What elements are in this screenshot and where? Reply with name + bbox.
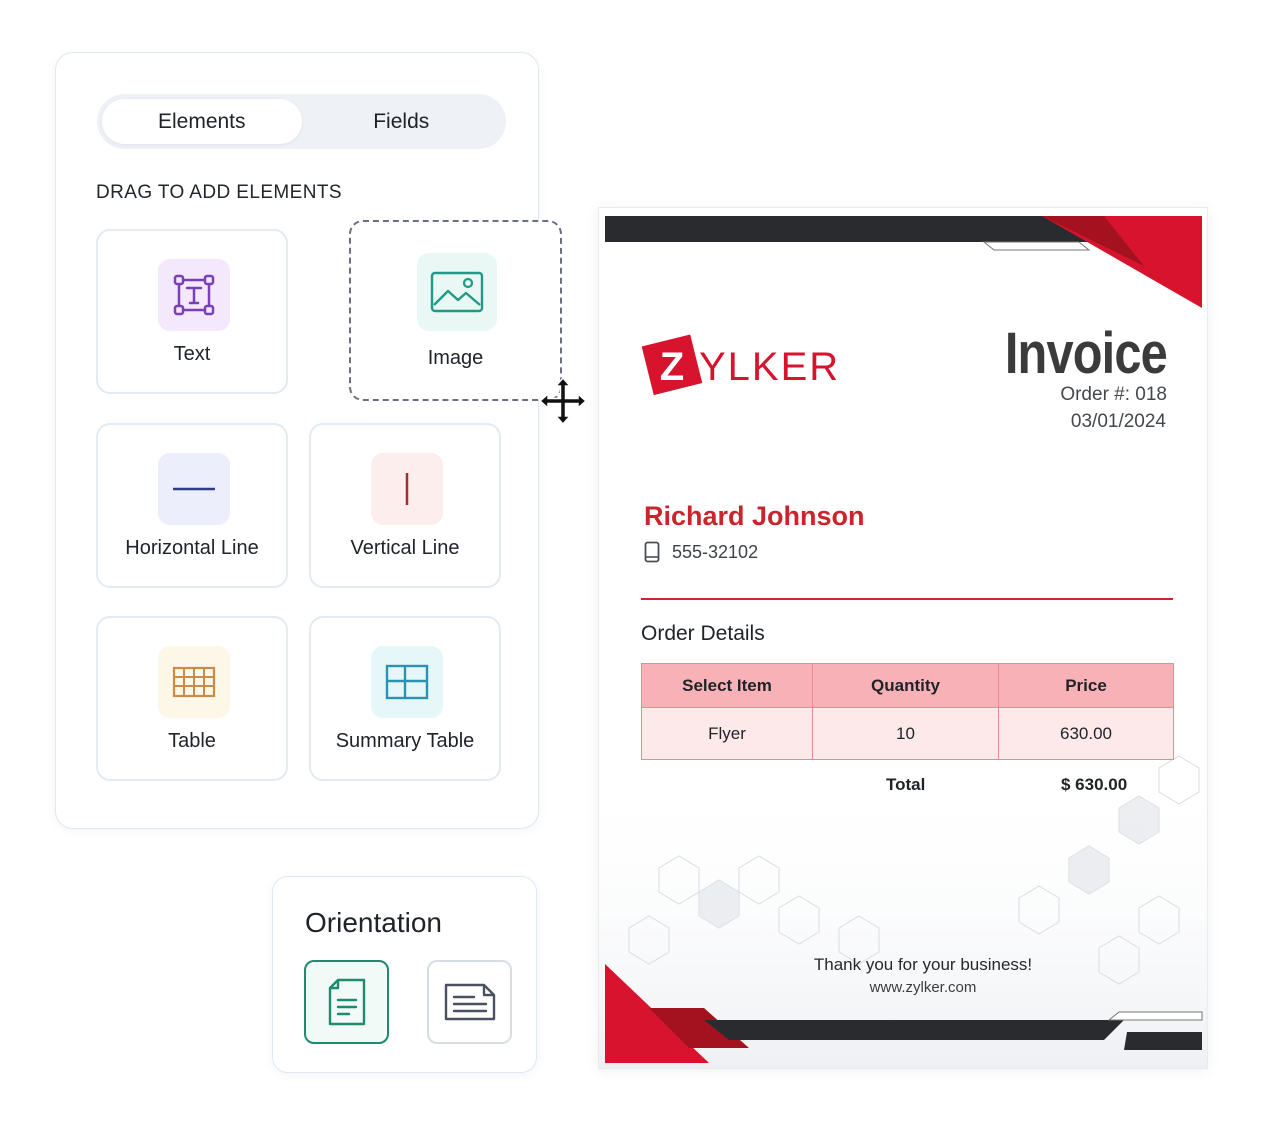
company-website: www.zylker.com: [869, 979, 977, 996]
brand-initial: Z: [660, 345, 684, 389]
invoice-order-number: Order #: 018: [1060, 384, 1167, 405]
tab-elements[interactable]: Elements: [102, 99, 302, 144]
move-cursor-icon: [538, 376, 588, 426]
horizontal-line-icon: [158, 453, 230, 525]
summary-table-element-card[interactable]: Summary Table: [309, 616, 501, 781]
thank-you-note: Thank you for your business!: [813, 955, 1033, 974]
horizontal-line-element-card[interactable]: Horizontal Line: [96, 423, 288, 588]
invoice-divider: [641, 598, 1173, 600]
customer-phone: 555-32102: [672, 541, 759, 562]
cell-quantity: 10: [812, 707, 999, 760]
invoice-date: 03/01/2024: [1070, 411, 1166, 432]
panel-tab-switch: Elements Fields: [97, 94, 506, 149]
total-value: $ 630.00: [1061, 775, 1128, 794]
customer-phone-row: 555-32102: [644, 541, 758, 563]
vertical-line-element-label: Vertical Line: [350, 537, 460, 559]
landscape-orientation-button[interactable]: [427, 960, 512, 1044]
header-select-item: Select Item: [641, 663, 813, 708]
table-header-row: Select Item Quantity Price: [641, 663, 1174, 708]
image-icon: [417, 253, 497, 331]
text-element-card[interactable]: Text: [96, 229, 288, 394]
invoice-preview: Z YLKER Invoice Order #: 018 03/01/2024 …: [598, 207, 1208, 1069]
summary-table-icon: [371, 646, 443, 718]
table-element-card[interactable]: Table: [96, 616, 288, 781]
order-items-table: Select Item Quantity Price Flyer 10 630.…: [641, 663, 1174, 760]
customer-name: Richard Johnson: [644, 501, 865, 531]
order-details-title: Order Details: [641, 622, 765, 645]
elements-panel: Elements Fields DRAG TO ADD ELEMENTS Tex…: [55, 52, 539, 829]
portrait-document-icon: [328, 978, 365, 1026]
table-element-label: Table: [168, 730, 216, 752]
portrait-orientation-button[interactable]: [304, 960, 389, 1044]
horizontal-line-element-label: Horizontal Line: [125, 537, 259, 559]
header-price: Price: [998, 663, 1174, 708]
orientation-panel: Orientation: [272, 876, 537, 1073]
invoice-title: Invoice: [1004, 321, 1168, 386]
summary-table-element-label: Summary Table: [335, 730, 475, 752]
total-label: Total: [886, 775, 926, 794]
landscape-document-icon: [444, 983, 495, 1021]
image-element-card-dragging[interactable]: Image: [349, 220, 562, 401]
cell-price: 630.00: [998, 707, 1174, 760]
image-element-label: Image: [427, 347, 484, 369]
vertical-line-element-card[interactable]: Vertical Line: [309, 423, 501, 588]
text-element-label: Text: [173, 343, 211, 365]
zylker-logo: Z YLKER: [641, 334, 840, 396]
header-quantity: Quantity: [812, 663, 999, 708]
text-box-icon: [158, 259, 230, 331]
brand-name: YLKER: [699, 345, 840, 389]
orientation-title: Orientation: [305, 907, 442, 938]
panel-heading: DRAG TO ADD ELEMENTS: [96, 182, 342, 203]
cell-item: Flyer: [641, 707, 813, 760]
table-row: Flyer 10 630.00: [641, 707, 1174, 760]
table-grid-icon: [158, 646, 230, 718]
vertical-line-icon: [371, 453, 443, 525]
mobile-phone-icon: [644, 541, 660, 563]
tab-fields[interactable]: Fields: [302, 99, 502, 144]
